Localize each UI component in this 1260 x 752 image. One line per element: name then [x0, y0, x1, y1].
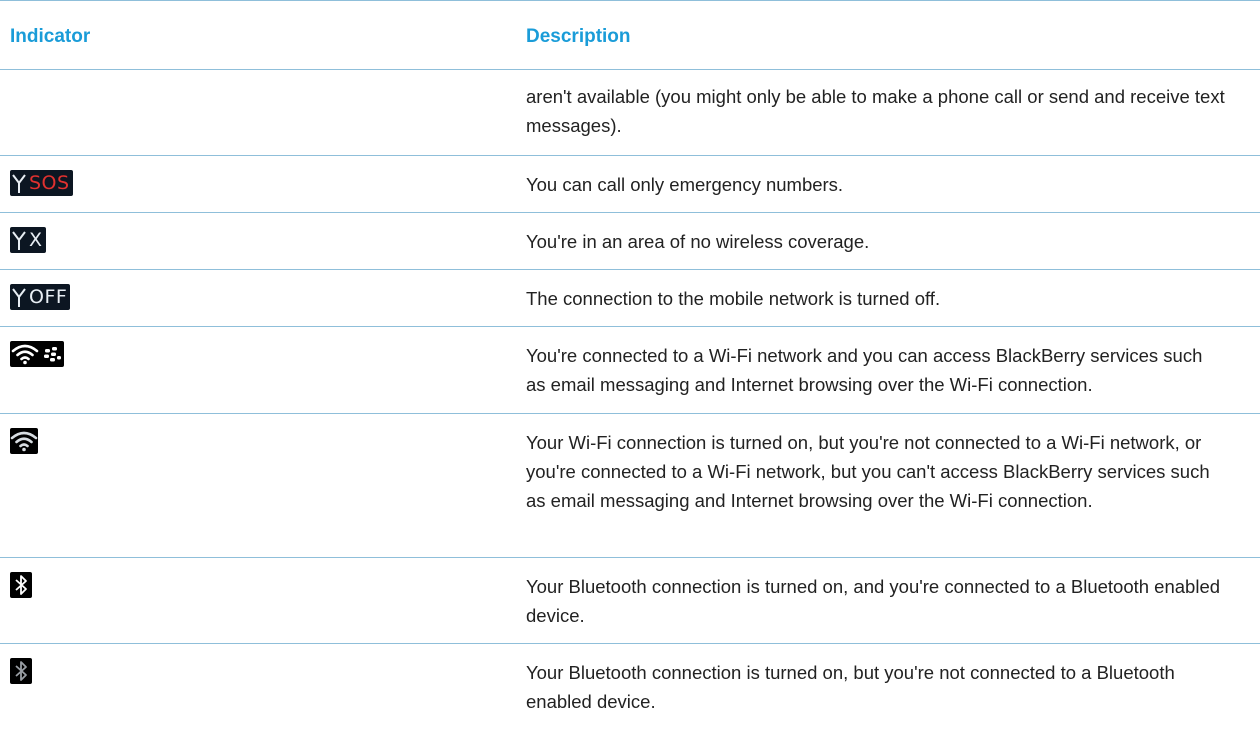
table-row: aren't available (you might only be able… [0, 70, 1260, 156]
description-column-header: Description [526, 26, 631, 47]
wifi-icon [10, 428, 38, 454]
indicator-table: Indicator Description aren't available (… [0, 0, 1260, 732]
row-indicator: OFF [10, 284, 71, 315]
row-indicator: X [10, 227, 46, 258]
row-description: Your Wi-Fi connection is turned on, but … [526, 432, 1210, 511]
row-indicator [10, 572, 32, 603]
sos-label: SOS [29, 172, 70, 194]
row-indicator [10, 428, 38, 459]
row-description: You can call only emergency numbers. [526, 174, 844, 195]
row-description: You're in an area of no wireless coverag… [526, 231, 870, 252]
row-indicator [10, 341, 64, 372]
antenna-off-icon: OFF [10, 284, 71, 310]
antenna-no-coverage-icon: X [10, 227, 46, 253]
wifi-blackberry-icon [10, 341, 64, 367]
row-description: aren't available (you might only be able… [526, 86, 1225, 136]
row-description: Your Bluetooth connection is turned on, … [526, 576, 1221, 626]
row-description: The connection to the mobile network is … [526, 288, 941, 309]
no-coverage-label: X [29, 229, 43, 251]
table-header-row: Indicator Description [0, 0, 1260, 70]
table-row: OFF The connection to the mobile network… [0, 270, 1260, 327]
row-description: Your Bluetooth connection is turned on, … [526, 662, 1175, 712]
bluetooth-connected-icon [10, 572, 32, 598]
table-row: X You're in an area of no wireless cover… [0, 213, 1260, 270]
bluetooth-on-icon [10, 658, 32, 684]
table-row: You're connected to a Wi-Fi network and … [0, 327, 1260, 414]
row-indicator: SOS [10, 170, 73, 201]
antenna-sos-icon: SOS [10, 170, 73, 196]
row-description: You're connected to a Wi-Fi network and … [526, 345, 1203, 395]
off-label: OFF [29, 286, 68, 308]
table-row: SOS You can call only emergency numbers. [0, 156, 1260, 213]
table-row: Your Bluetooth connection is turned on, … [0, 558, 1260, 644]
indicator-column-header: Indicator [10, 26, 91, 47]
table-row: Your Bluetooth connection is turned on, … [0, 644, 1260, 732]
row-indicator [10, 658, 32, 689]
table-row: Your Wi-Fi connection is turned on, but … [0, 414, 1260, 558]
